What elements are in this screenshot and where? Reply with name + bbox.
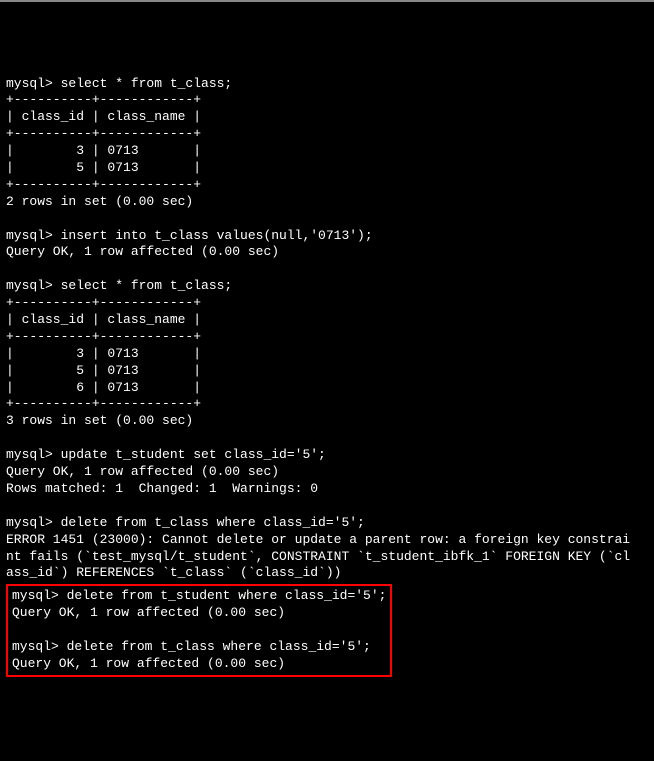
table-separator: +----------+------------+ bbox=[6, 329, 201, 344]
query-result: 2 rows in set (0.00 sec) bbox=[6, 194, 193, 209]
table-separator: +----------+------------+ bbox=[6, 177, 201, 192]
table-separator: +----------+------------+ bbox=[6, 126, 201, 141]
sql-delete-student: mysql> delete from t_student where class… bbox=[12, 588, 386, 603]
highlighted-commands: mysql> delete from t_student where class… bbox=[6, 584, 392, 676]
sql-select-1: mysql> select * from t_class; bbox=[6, 76, 232, 91]
table-separator: +----------+------------+ bbox=[6, 295, 201, 310]
terminal-output: mysql> select * from t_class; +---------… bbox=[6, 76, 648, 677]
error-message: nt fails (`test_mysql/t_student`, CONSTR… bbox=[6, 549, 630, 564]
table-header: | class_id | class_name | bbox=[6, 109, 201, 124]
sql-select-2: mysql> select * from t_class; bbox=[6, 278, 232, 293]
query-result: Query OK, 1 row affected (0.00 sec) bbox=[6, 464, 279, 479]
table-row: | 3 | 0713 | bbox=[6, 346, 201, 361]
sql-update: mysql> update t_student set class_id='5'… bbox=[6, 447, 326, 462]
table-row: | 3 | 0713 | bbox=[6, 143, 201, 158]
query-result: Query OK, 1 row affected (0.00 sec) bbox=[12, 605, 285, 620]
table-row: | 5 | 0713 | bbox=[6, 160, 201, 175]
sql-delete-fail: mysql> delete from t_class where class_i… bbox=[6, 515, 365, 530]
query-result: Rows matched: 1 Changed: 1 Warnings: 0 bbox=[6, 481, 318, 496]
table-row: | 6 | 0713 | bbox=[6, 380, 201, 395]
sql-delete-class: mysql> delete from t_class where class_i… bbox=[12, 639, 371, 654]
sql-insert: mysql> insert into t_class values(null,'… bbox=[6, 228, 373, 243]
query-result: Query OK, 1 row affected (0.00 sec) bbox=[6, 244, 279, 259]
error-message: ERROR 1451 (23000): Cannot delete or upd… bbox=[6, 532, 630, 547]
table-row: | 5 | 0713 | bbox=[6, 363, 201, 378]
error-message: ass_id`) REFERENCES `t_class` (`class_id… bbox=[6, 565, 341, 580]
table-header: | class_id | class_name | bbox=[6, 312, 201, 327]
query-result: 3 rows in set (0.00 sec) bbox=[6, 413, 193, 428]
table-separator: +----------+------------+ bbox=[6, 396, 201, 411]
table-separator: +----------+------------+ bbox=[6, 92, 201, 107]
query-result: Query OK, 1 row affected (0.00 sec) bbox=[12, 656, 285, 671]
